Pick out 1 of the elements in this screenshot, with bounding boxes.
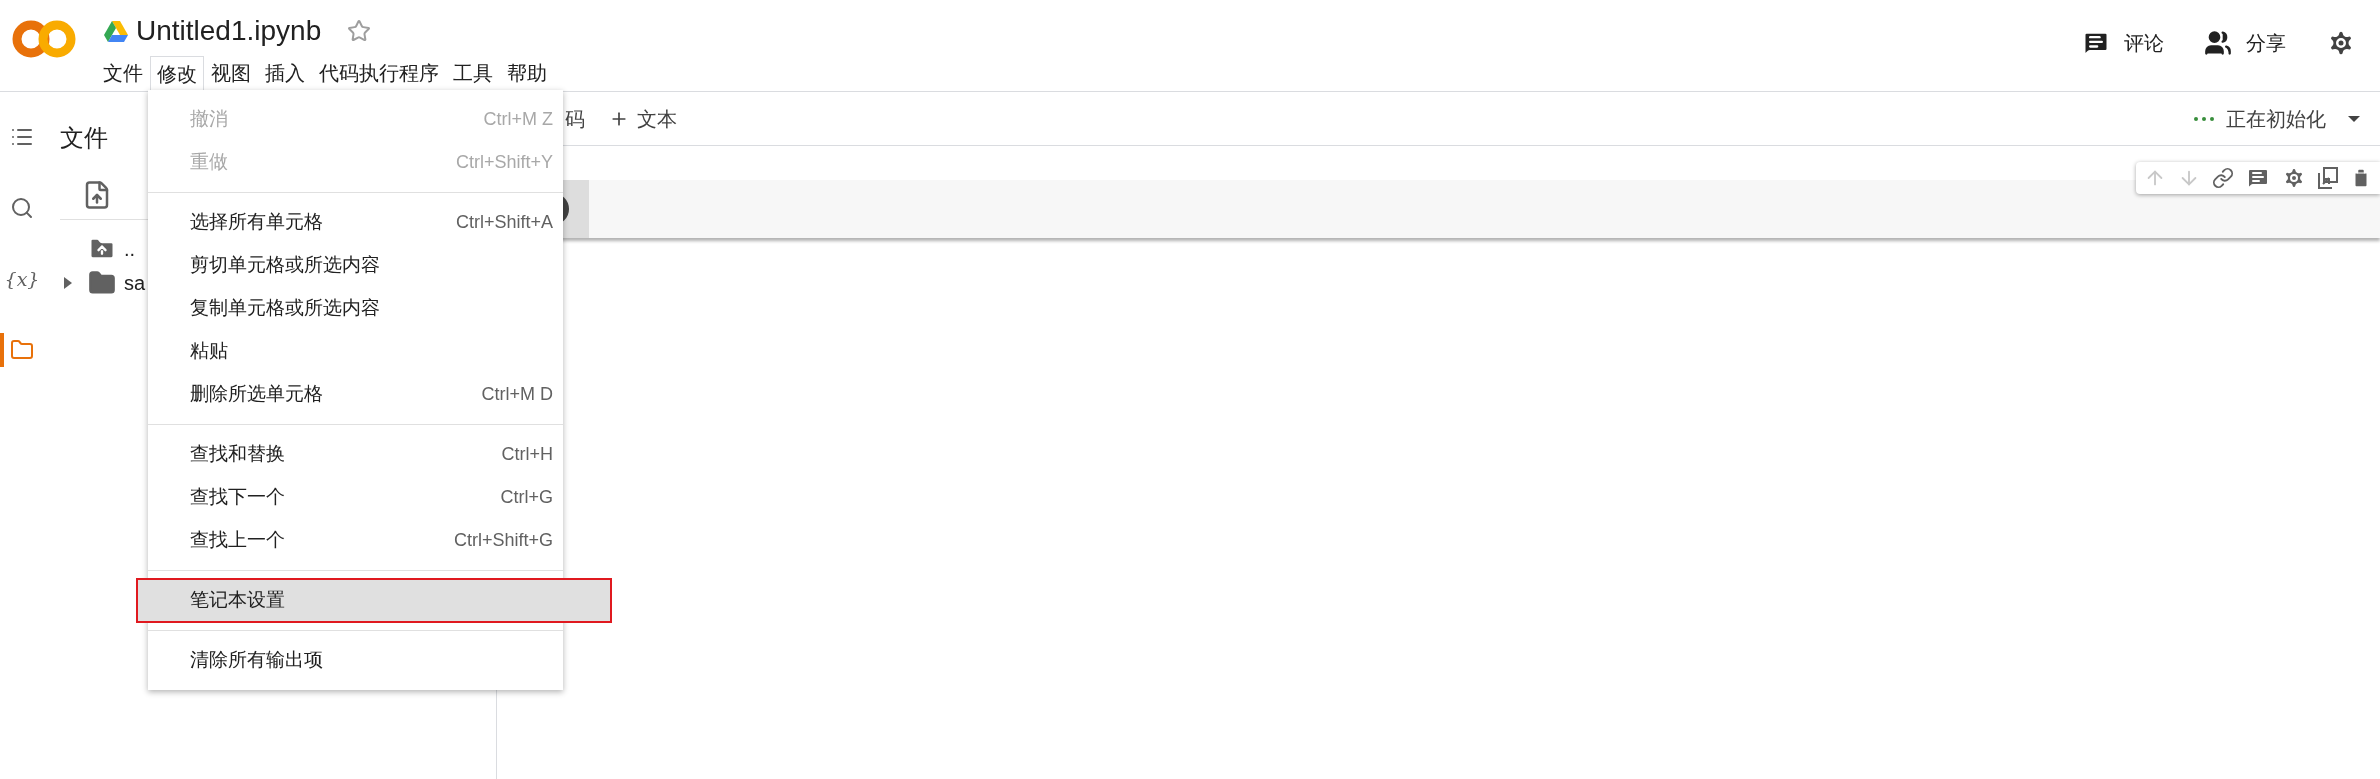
panel-title: 文件 — [60, 123, 109, 153]
